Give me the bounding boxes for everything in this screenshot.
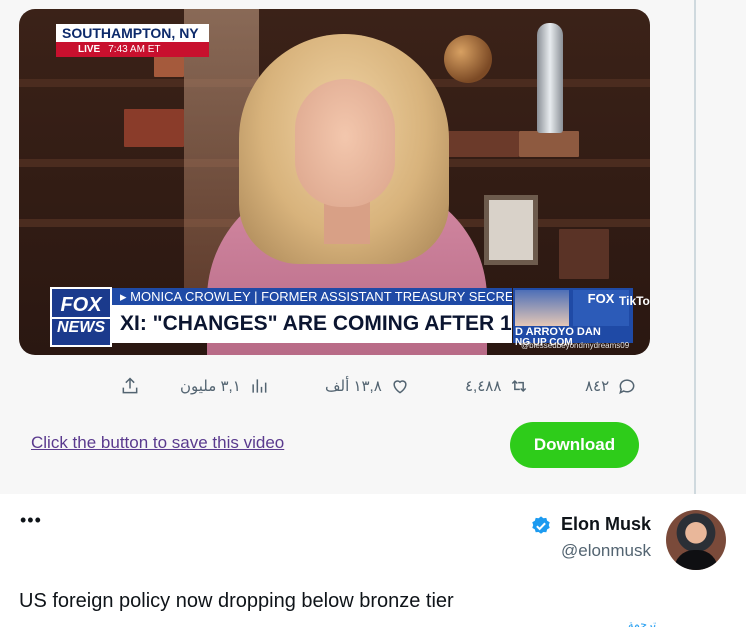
tweet-card: ••• Elon Musk @elonmusk US foreign polic…: [0, 494, 746, 627]
heart-icon: [393, 380, 407, 394]
background-books: [559, 229, 609, 279]
reply-button[interactable]: ٨٤٢: [585, 372, 637, 400]
location-bug: SOUTHAMPTON, NY LIVE 7:43 AM ET: [56, 24, 209, 58]
more-options-icon[interactable]: •••: [20, 510, 42, 531]
page: SOUTHAMPTON, NY LIVE 7:43 AM ET FOX NEWS …: [0, 0, 746, 627]
background-trophy: [537, 23, 563, 133]
time-text: 7:43 AM ET: [108, 44, 161, 55]
video-player[interactable]: SOUTHAMPTON, NY LIVE 7:43 AM ET FOX NEWS …: [19, 9, 650, 355]
verified-badge-icon: [532, 516, 550, 534]
retweet-icon: [512, 379, 527, 393]
lower-third-title: FORMER ASSISTANT TREASURY SECRETARY: [261, 289, 512, 304]
tweet-text: US foreign policy now dropping below bro…: [19, 590, 454, 612]
views-count: ٣,١ مليون: [180, 378, 241, 395]
download-button[interactable]: Download: [510, 422, 639, 468]
save-video-link[interactable]: Click the button to save this video: [31, 433, 284, 453]
live-bar: LIVE 7:43 AM ET: [56, 42, 209, 57]
likes-count: ١٣,٨ ألف: [325, 378, 382, 395]
author-handle[interactable]: @elonmusk: [561, 541, 651, 561]
logo-bottom: NEWS: [52, 317, 110, 337]
author-name[interactable]: Elon Musk: [561, 514, 651, 535]
logo-top: FOX: [60, 294, 102, 316]
avatar-shirt: [674, 550, 718, 570]
background-books: [124, 109, 184, 147]
translate-link[interactable]: ترجمة: [628, 618, 656, 627]
share-icon: [122, 377, 138, 394]
analytics-icon: [252, 379, 267, 393]
views-button[interactable]: ٣,١ مليون: [180, 372, 269, 400]
action-bar: ٣,١ مليون ١٣,٨ ألف ٤,٤٨٨ ٨٤٢: [110, 372, 670, 400]
retweets-count: ٤,٤٨٨: [465, 378, 502, 395]
lower-third-headline: XI: "CHANGES" ARE COMING AFTER 100 YEARS: [112, 305, 512, 343]
video-post-section: SOUTHAMPTON, NY LIVE 7:43 AM ET FOX NEWS …: [0, 0, 746, 505]
live-label: LIVE: [78, 44, 101, 55]
retweet-button[interactable]: ٤,٤٨٨: [465, 372, 529, 400]
background-books: [519, 131, 579, 157]
author-avatar[interactable]: [666, 510, 726, 570]
thread-line: [694, 0, 696, 505]
tiktok-handle: @blessedbeyondmydreams09: [521, 341, 630, 350]
fox-news-logo: FOX NEWS: [50, 287, 112, 347]
lower-third-name: MONICA CROWLEY: [130, 289, 251, 304]
side-thumbnail-person: [515, 290, 569, 326]
like-button[interactable]: ١٣,٨ ألف: [325, 372, 410, 400]
side-thumbnails: FOX D ARROYO DAN NG UP COM: [513, 288, 633, 348]
replies-count: ٨٤٢: [585, 378, 610, 395]
lower-third-name-bar: ▸ MONICA CROWLEY | FORMER ASSISTANT TREA…: [112, 288, 512, 305]
share-button[interactable]: [120, 372, 140, 400]
tiktok-watermark: TikTok: [619, 294, 650, 308]
background-globe: [444, 35, 492, 83]
reply-icon: [619, 379, 635, 395]
background-photo-frame: [484, 195, 538, 265]
background-books: [439, 131, 519, 157]
anchor-face: [295, 79, 395, 207]
location-text: SOUTHAMPTON, NY: [56, 24, 209, 42]
